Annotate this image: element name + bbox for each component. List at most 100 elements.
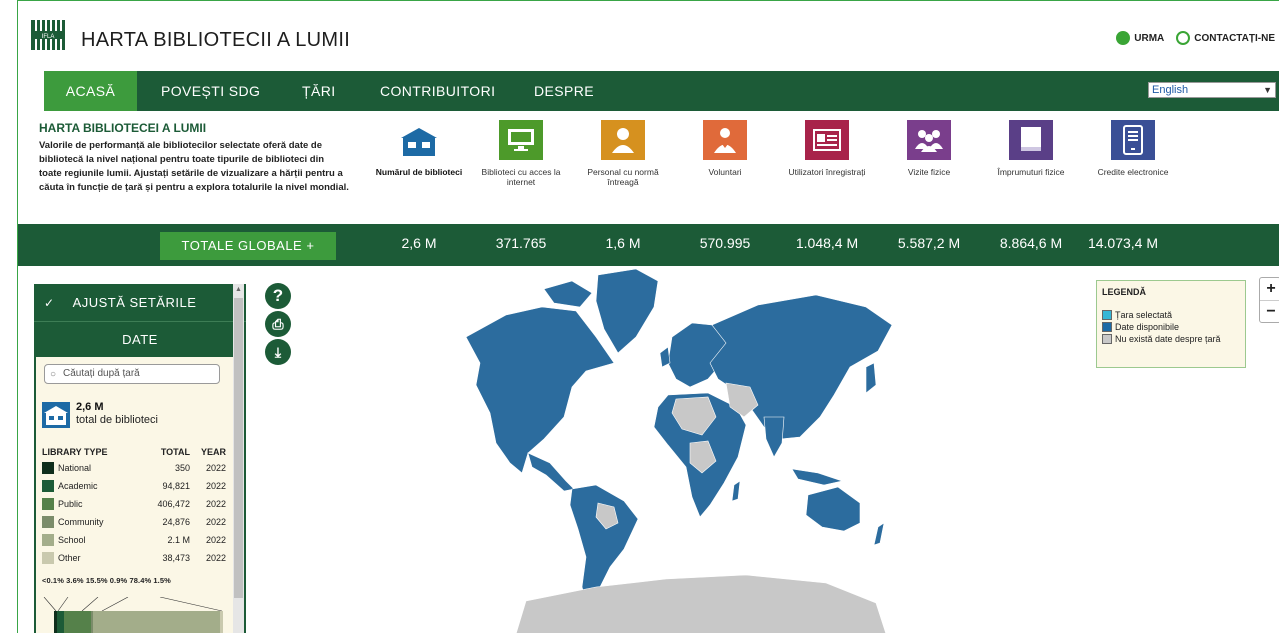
legend-item: Țara selectată [1102, 309, 1240, 321]
swatch [42, 552, 54, 564]
contact-link[interactable]: CONTACTAȚI-NE [1176, 31, 1275, 45]
legend-title: LEGENDĂ [1102, 287, 1147, 297]
row-total: 2.1 M [167, 535, 190, 545]
metric-registered-users[interactable]: Utilizatori înregistrați [779, 120, 875, 177]
visitors-icon [907, 120, 951, 160]
row-year: 2022 [205, 553, 226, 563]
map-indonesia [791, 468, 844, 486]
row-total: 94,821 [162, 481, 190, 491]
percentages-row: <0.1% 3.6% 15.5% 0.9% 78.4% 1.5% [42, 576, 171, 585]
global-totals-bar: TOTALE GLOBALE + 2,6 M 371.765 1,6 M 570… [18, 224, 1279, 266]
download-icon[interactable]: ⤓ [265, 339, 291, 365]
nav-item-contributors[interactable]: CONTRIBUITORI [380, 71, 495, 111]
intro-text: Valorile de performanță ale bibliotecilo… [39, 140, 349, 193]
ifla-logo[interactable]: IFLA [31, 20, 65, 50]
map-canada-islands [543, 280, 593, 308]
language-select[interactable]: English ▼ [1148, 82, 1276, 98]
total-volunteers: 570.995 [699, 235, 751, 251]
row-type: National [58, 463, 92, 473]
metric-physical-loans[interactable]: Împrumuturi fizice [983, 120, 1079, 177]
row-type: Other [58, 553, 81, 563]
metric-internet[interactable]: Biblioteci cu acces la internet [473, 120, 569, 187]
swatch [42, 516, 54, 528]
country-search-input[interactable]: ○ Căutați după țară [44, 364, 220, 384]
global-totals-button[interactable]: TOTALE GLOBALE + [160, 232, 336, 260]
search-icon: ○ [50, 369, 57, 380]
mail-icon [1176, 31, 1191, 45]
metric-label: Vizite fizice [907, 167, 951, 177]
metric-visits[interactable]: Vizite fizice [881, 120, 977, 177]
map-uk [659, 346, 671, 368]
nav-item-about[interactable]: DESPRE [534, 71, 594, 111]
book-icon [1009, 120, 1053, 160]
row-type: School [58, 535, 86, 545]
total-internet: 371.765 [495, 235, 547, 251]
app-frame: IFLA HARTA BIBLIOTECII A LUMII URMA CONT… [17, 0, 1279, 633]
nav-item-countries[interactable]: ȚĂRI [302, 71, 336, 111]
row-total: 350 [174, 463, 190, 473]
total-staff: 1,6 M [605, 235, 641, 251]
table-header: LIBRARY TYPE TOTAL YEAR [42, 445, 226, 459]
metric-electronic-loans[interactable]: Credite electronice [1085, 120, 1181, 177]
row-year: 2022 [205, 517, 226, 527]
legend-swatch [1102, 310, 1112, 320]
legend-label: Nu există date despre țară [1115, 334, 1221, 344]
col-type: LIBRARY TYPE [42, 447, 108, 457]
row-total: 24,876 [162, 517, 190, 527]
world-map[interactable] [446, 267, 906, 633]
total-libraries: 2,6 M [401, 235, 437, 251]
logo-text: IFLA [42, 34, 55, 40]
main-nav: ACASĂ POVEȘTI SDG ȚĂRI CONTRIBUITORI DES… [44, 71, 1279, 111]
language-value: English [1152, 84, 1189, 96]
library-type-table: LIBRARY TYPE TOTAL YEAR National 350 202… [42, 445, 226, 567]
staff-icon [601, 120, 645, 160]
search-placeholder: Căutați după țară [63, 368, 140, 379]
row-year: 2022 [205, 499, 226, 509]
library-icon [42, 402, 70, 428]
legend-item: Nu există date despre țară [1102, 333, 1240, 345]
legend-label: Date disponibile [1115, 322, 1180, 332]
map-tools: ? ⎙ ⤓ [265, 283, 293, 367]
metric-label: Utilizatori înregistrați [788, 167, 866, 177]
nav-item-sdg-stories[interactable]: POVEȘTI SDG [161, 71, 260, 111]
intro-title: HARTA BIBLIOTECEI A LUMII [39, 121, 207, 135]
tab-data[interactable]: DATE [34, 321, 246, 356]
metric-label: Voluntari [708, 167, 742, 177]
zoom-out-button[interactable]: − [1260, 300, 1279, 322]
total-physical-loans: 8.864,6 M [999, 235, 1063, 251]
table-row: Other 38,473 2022 [42, 549, 226, 567]
scroll-up-icon[interactable]: ▲ [235, 286, 242, 293]
legend-swatch [1102, 322, 1112, 332]
metric-libraries[interactable]: Numărul de biblioteci [371, 120, 467, 177]
site-title[interactable]: HARTA BIBLIOTECII A LUMII [81, 29, 350, 52]
panel-scrollbar[interactable]: ▲ [233, 284, 244, 633]
map-no-data-antarctica [515, 574, 886, 633]
chevron-down-icon: ✓ [44, 295, 55, 310]
top-links: URMA CONTACTAȚI-NE [1116, 31, 1275, 45]
summary-label: total de biblioteci [76, 414, 158, 426]
metric-volunteers[interactable]: Voluntari [677, 120, 773, 177]
follow-link[interactable]: URMA [1116, 31, 1164, 45]
metric-staff[interactable]: Personal cu normă întreagă [575, 120, 671, 187]
map-india [763, 416, 785, 458]
library-icon [397, 120, 441, 160]
table-row: School 2.1 M 2022 [42, 531, 226, 549]
zoom-in-button[interactable]: + [1260, 278, 1279, 300]
swatch [42, 498, 54, 510]
print-icon[interactable]: ⎙ [265, 311, 291, 337]
total-visits: 5.587,2 M [897, 235, 961, 251]
metric-label: Împrumuturi fizice [997, 167, 1065, 177]
volunteer-icon [703, 120, 747, 160]
scrollbar-thumb[interactable] [234, 298, 243, 598]
map-legend: LEGENDĂ Țara selectată Date disponibile … [1096, 280, 1246, 368]
metric-label: Numărul de biblioteci [375, 167, 463, 177]
chevron-down-icon: ▼ [1263, 85, 1272, 95]
nav-item-home[interactable]: ACASĂ [44, 71, 137, 111]
row-total: 406,472 [157, 499, 190, 509]
table-row: Academic 94,821 2022 [42, 477, 226, 495]
row-year: 2022 [205, 535, 226, 545]
help-icon[interactable]: ? [265, 283, 291, 309]
metrics-band: HARTA BIBLIOTECEI A LUMII Valorile de pe… [39, 111, 1279, 224]
settings-toggle[interactable]: ✓ AJUSTĂ SETĂRILE [34, 284, 246, 321]
swatch [42, 480, 54, 492]
